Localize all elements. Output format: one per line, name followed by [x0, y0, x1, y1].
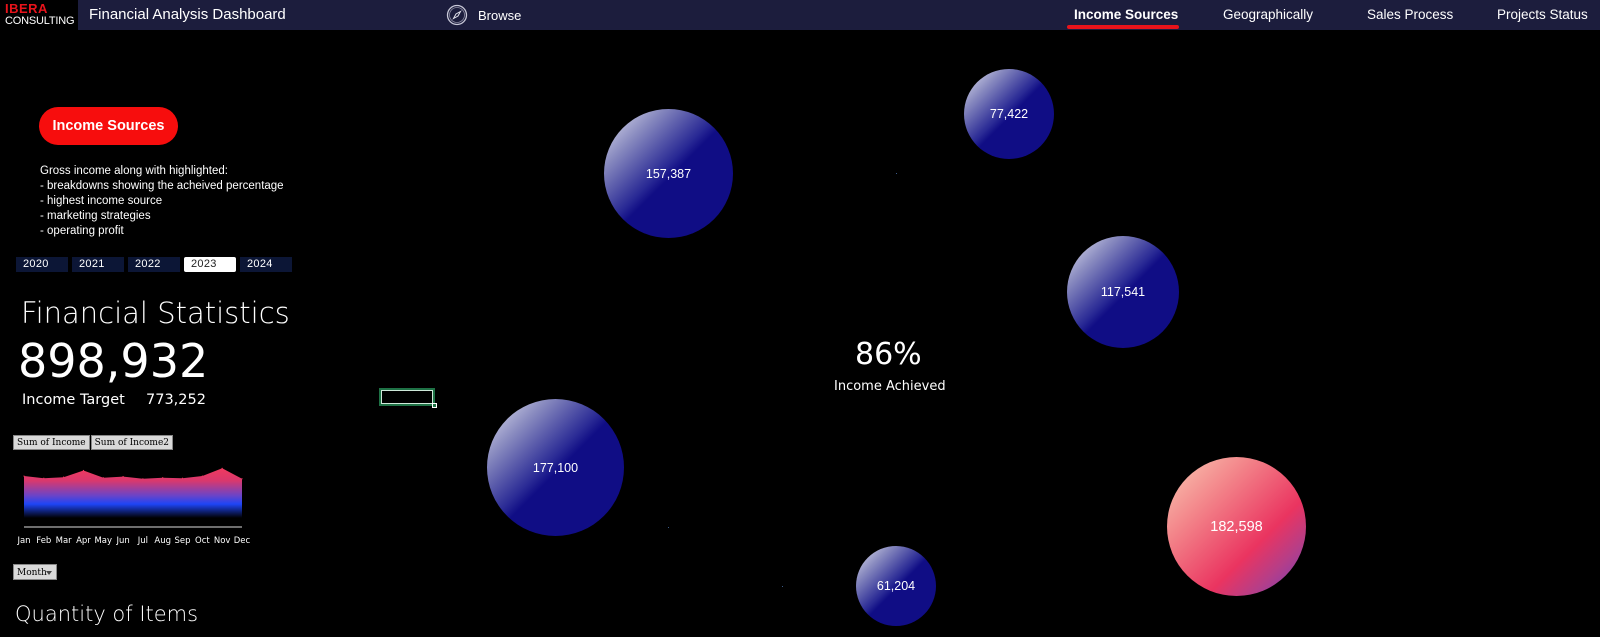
pivot-field-buttons: Sum of Income Sum of Income2	[13, 435, 174, 450]
income-sources-badge[interactable]: Income Sources	[39, 107, 178, 145]
stray-dot	[782, 586, 783, 587]
year-button-2022[interactable]: 2022	[128, 257, 180, 272]
data-point-nov	[221, 467, 223, 469]
data-point-jan	[23, 475, 25, 477]
total-income-value: 898,932	[18, 334, 209, 388]
nav-tab-label: Geographically	[1223, 7, 1314, 22]
logo-line1: IBERA	[5, 1, 48, 16]
dropdown-arrow-icon	[46, 571, 52, 575]
income-target-value: 773,252	[146, 392, 206, 408]
stray-dot	[896, 173, 897, 174]
data-point-jul	[142, 478, 144, 480]
x-tick-label: Aug	[154, 536, 171, 546]
year-button-2021[interactable]: 2021	[72, 257, 124, 272]
year-button-2024[interactable]: 2024	[240, 257, 292, 272]
x-tick-label: Jan	[16, 536, 30, 546]
income-bubble[interactable]: 61,204	[856, 546, 936, 626]
description-line: - highest income source	[40, 195, 163, 207]
nav-tab-label: Projects Status	[1497, 7, 1588, 22]
sum-of-income-button[interactable]: Sum of Income	[13, 435, 90, 450]
bubble-label: 61,204	[876, 579, 916, 593]
x-tick-label: Dec	[234, 536, 251, 546]
income-target-label: Income Target	[22, 392, 125, 408]
description-line: - operating profit	[40, 225, 124, 237]
browse-button[interactable]: Browse	[446, 4, 521, 26]
browse-label: Browse	[478, 7, 522, 23]
financial-statistics-title: Financial Statistics	[21, 296, 290, 330]
compass-icon	[446, 4, 468, 26]
bubble-label: 182,598	[1210, 518, 1263, 535]
income-achieved-percent: 86%	[855, 337, 922, 372]
bubble-label: 117,541	[1100, 285, 1146, 299]
app-title: Financial Analysis Dashboard	[89, 6, 286, 23]
data-point-feb	[43, 477, 45, 479]
selected-cell[interactable]	[379, 388, 437, 408]
data-point-apr	[82, 469, 85, 472]
data-point-mar	[63, 476, 65, 478]
x-tick-label: Jul	[137, 536, 148, 546]
income-bubble[interactable]: 177,100	[487, 399, 624, 536]
sum-of-income2-button[interactable]: Sum of Income2	[90, 435, 174, 450]
income-bubble[interactable]: 117,541	[1067, 236, 1179, 348]
bubble-label: 177,100	[532, 460, 579, 475]
description-line: - marketing strategies	[40, 210, 151, 222]
stray-dot	[668, 527, 669, 528]
month-filter-label: Month	[17, 568, 47, 578]
fill-handle[interactable]	[432, 403, 437, 408]
x-tick-label: May	[94, 536, 112, 546]
income-achieved-label: Income Achieved	[834, 379, 946, 394]
monthly-income-area-chart: Jan Feb Mar Apr May Jun Jul Aug Sep Oct Nov Dec	[16, 467, 251, 546]
year-button-2020[interactable]: 2020	[16, 257, 68, 272]
data-point-aug	[162, 477, 164, 479]
income-bubble[interactable]: 77,422	[964, 69, 1054, 159]
data-point-jun	[122, 476, 124, 478]
active-tab-indicator	[1067, 25, 1179, 29]
data-point-may	[102, 477, 104, 479]
section-description: Gross income along with highlighted: - b…	[40, 164, 284, 239]
quantity-of-items-title: Quantity of Items	[15, 602, 199, 626]
data-point-oct	[201, 475, 203, 477]
data-point-sep	[181, 477, 184, 479]
top-header: IBERA CONSULTING Financial Analysis Dash…	[0, 0, 1600, 30]
description-line: Gross income along with highlighted:	[40, 165, 228, 177]
x-tick-label: Oct	[195, 536, 210, 546]
x-tick-label: Mar	[56, 536, 73, 546]
nav-tab-label: Sales Process	[1367, 7, 1454, 22]
description-line: - breakdowns showing the acheived percen…	[40, 180, 284, 192]
income-area-series	[24, 468, 242, 518]
highest-income-bubble[interactable]: 182,598	[1167, 457, 1306, 596]
income-bubble[interactable]: 157,387	[604, 109, 733, 238]
year-slicer: 2020 2021 2022 2023 2024	[16, 257, 292, 272]
year-button-2023[interactable]: 2023	[184, 257, 236, 272]
bubble-label: 157,387	[645, 166, 692, 181]
month-filter-dropdown[interactable]: Month	[13, 564, 57, 580]
data-point-dec	[241, 478, 243, 480]
company-logo: IBERA CONSULTING	[0, 0, 78, 30]
bubble-label: 77,422	[989, 107, 1029, 121]
x-tick-label: Jun	[115, 536, 129, 546]
x-tick-label: Feb	[36, 536, 51, 546]
x-tick-label: Nov	[214, 536, 231, 546]
logo-line2: CONSULTING	[5, 15, 75, 27]
x-tick-label: Sep	[175, 536, 191, 546]
x-tick-label: Apr	[76, 536, 91, 546]
nav-tab-label: Income Sources	[1074, 7, 1179, 22]
